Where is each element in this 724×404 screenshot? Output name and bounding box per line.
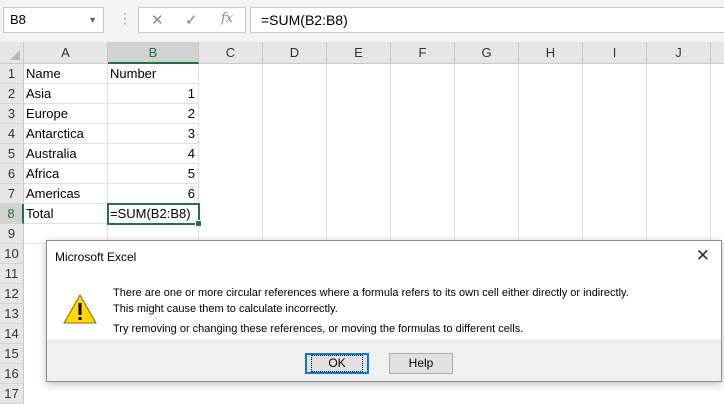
row-header-1[interactable]: 1 <box>0 64 24 84</box>
column-header-g[interactable]: G <box>455 42 519 64</box>
cell-b3[interactable]: 2 <box>108 104 199 124</box>
row-header-13[interactable]: 13 <box>0 304 24 324</box>
help-button[interactable]: Help <box>389 353 453 374</box>
column-header-f[interactable]: F <box>391 42 455 64</box>
cell-a6[interactable]: Africa <box>24 164 108 184</box>
gridline <box>518 64 519 244</box>
column-header-c[interactable]: C <box>199 42 263 64</box>
warning-icon <box>63 293 97 324</box>
row-header-9[interactable]: 9 <box>0 224 24 244</box>
row-header-4[interactable]: 4 <box>0 124 24 144</box>
insert-function-icon[interactable]: fx <box>221 11 233 26</box>
row-header-16[interactable]: 16 <box>0 364 24 384</box>
column-header-j[interactable]: J <box>647 42 711 64</box>
gridline <box>326 64 327 244</box>
ok-button[interactable]: OK <box>305 353 369 374</box>
cell-b4[interactable]: 3 <box>108 124 199 144</box>
active-cell-border <box>107 203 202 227</box>
cell-a3[interactable]: Europe <box>24 104 108 124</box>
column-header-d[interactable]: D <box>263 42 327 64</box>
row-header-7[interactable]: 7 <box>0 184 24 204</box>
chevron-down-icon[interactable]: ▼ <box>88 8 97 32</box>
gridline <box>646 64 647 244</box>
cancel-icon[interactable]: ✕ <box>151 11 164 29</box>
cell-a8[interactable]: Total <box>24 204 108 224</box>
ok-button-label: OK <box>311 355 363 372</box>
row-header-6[interactable]: 6 <box>0 164 24 184</box>
row-header-17[interactable]: 17 <box>0 384 24 404</box>
column-header-h[interactable]: H <box>519 42 583 64</box>
formula-buttons: ✕ ✓ fx <box>138 7 246 33</box>
formula-input[interactable]: =SUM(B2:B8) <box>250 7 724 33</box>
gridline <box>582 64 583 244</box>
gridline <box>262 64 263 244</box>
gridline <box>710 64 711 244</box>
row-header-11[interactable]: 11 <box>0 264 24 284</box>
dialog-body: There are one or more circular reference… <box>47 273 721 335</box>
select-all-button[interactable] <box>0 42 24 64</box>
name-box-value: B8 <box>10 12 26 27</box>
column-header-i[interactable]: I <box>583 42 647 64</box>
gridline <box>390 64 391 244</box>
column-header-e[interactable]: E <box>327 42 391 64</box>
column-header-b[interactable]: B <box>108 42 199 64</box>
cell-b5[interactable]: 4 <box>108 144 199 164</box>
gridline <box>454 64 455 244</box>
row-header-3[interactable]: 3 <box>0 104 24 124</box>
dialog-title: Microsoft Excel <box>55 250 137 264</box>
row-header-2[interactable]: 2 <box>0 84 24 104</box>
cell-b6[interactable]: 5 <box>108 164 199 184</box>
cell-a4[interactable]: Antarctica <box>24 124 108 144</box>
dialog-message-line-1: There are one or more circular reference… <box>113 287 629 299</box>
cell-a5[interactable]: Australia <box>24 144 108 164</box>
dialog-footer: OK Help <box>47 339 721 381</box>
formula-bar-area: B8 ▼ ⋮ ✕ ✓ fx =SUM(B2:B8) <box>0 0 724 42</box>
cell-b2[interactable]: 1 <box>108 84 199 104</box>
name-box[interactable]: B8 ▼ <box>3 7 104 33</box>
column-header-a[interactable]: A <box>24 42 108 64</box>
row-header-10[interactable]: 10 <box>0 244 24 264</box>
row-header-12[interactable]: 12 <box>0 284 24 304</box>
dialog-message-line-2: This might cause them to calculate incor… <box>113 303 338 315</box>
row-header-8[interactable]: 8 <box>0 204 24 224</box>
dialog-message-line-3: Try removing or changing these reference… <box>113 323 524 335</box>
column-header-partial <box>711 42 724 64</box>
cell-b7[interactable]: 6 <box>108 184 199 204</box>
row-header-5[interactable]: 5 <box>0 144 24 164</box>
close-icon[interactable]: ✕ <box>696 246 710 266</box>
cell-a7[interactable]: Americas <box>24 184 108 204</box>
resize-handle-icon[interactable]: ⋮ <box>118 10 132 27</box>
circular-reference-dialog: Microsoft Excel ✕ There are one or more … <box>46 240 722 382</box>
enter-icon[interactable]: ✓ <box>185 11 198 29</box>
cell-a1[interactable]: Name <box>24 64 108 84</box>
cell-b1[interactable]: Number <box>108 64 199 84</box>
row-header-15[interactable]: 15 <box>0 344 24 364</box>
row-header-14[interactable]: 14 <box>0 324 24 344</box>
cell-a2[interactable]: Asia <box>24 84 108 104</box>
